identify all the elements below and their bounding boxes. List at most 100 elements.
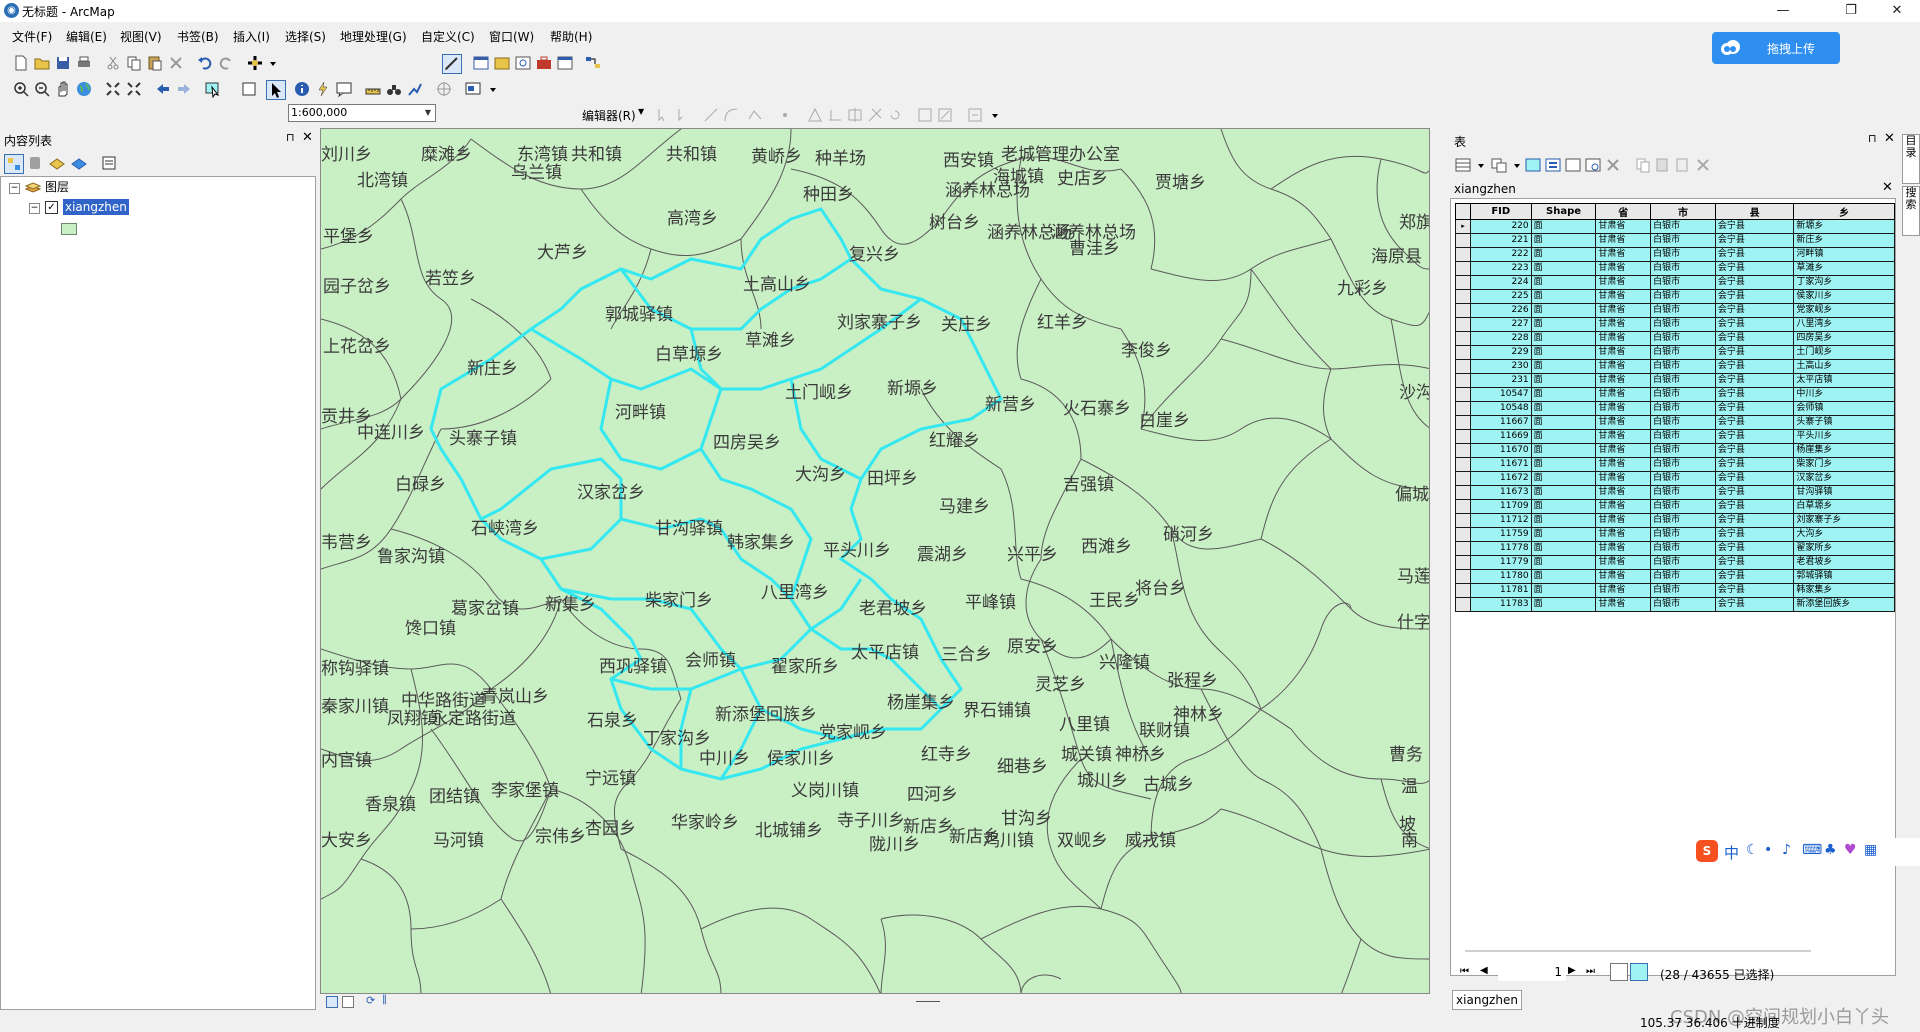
table-cell[interactable]: 八里湾乡 (1793, 317, 1895, 332)
row-selector[interactable] (1455, 317, 1471, 332)
table-cell[interactable]: 太平店镇 (1793, 373, 1895, 388)
map-canvas[interactable]: 刘川乡 糜滩乡 东湾镇 共和镇 共和镇 黄峤乡 种羊场 西安镇 老城管理办公室海城镇 史店乡 贾塘乡… (321, 129, 1430, 994)
table-tab-xiangzhen[interactable]: xiangzhen (1452, 990, 1522, 1010)
table-cell[interactable]: 白银市 (1650, 261, 1716, 276)
row-selector[interactable] (1455, 457, 1471, 472)
table-row[interactable]: 227 面甘肃省 白银市 会宁县 八里湾乡 (1455, 317, 1895, 332)
table-cell[interactable]: 面 (1530, 569, 1597, 584)
go-to-xy-icon[interactable] (435, 80, 453, 98)
table-row[interactable]: 11781 面甘肃省 白银市 会宁县 韩家集乡 (1455, 583, 1895, 598)
table-cell[interactable]: 226 (1469, 303, 1532, 318)
delete-icon[interactable] (167, 54, 185, 72)
table-cell[interactable]: 白银市 (1650, 541, 1716, 556)
select-elements-pointer-icon[interactable] (266, 80, 286, 100)
table-cell[interactable]: 白银市 (1650, 485, 1716, 500)
table-cell[interactable]: 白银市 (1650, 471, 1716, 486)
row-selector[interactable] (1455, 555, 1471, 570)
row-selector[interactable] (1455, 345, 1471, 360)
table-cell[interactable]: 面 (1530, 331, 1597, 346)
list-by-visibility-icon[interactable] (48, 154, 66, 172)
table-cell[interactable]: 甘肃省 (1595, 471, 1652, 486)
table-cell[interactable]: 大沟乡 (1793, 527, 1895, 542)
list-by-source-icon[interactable] (26, 154, 44, 172)
row-selector[interactable] (1455, 275, 1471, 290)
table-cell[interactable]: 面 (1530, 471, 1597, 486)
close-icon[interactable]: ✕ (1874, 0, 1920, 22)
row-selector[interactable] (1455, 247, 1471, 262)
toolbox-grid-icon[interactable]: ▦ (1864, 842, 1877, 858)
map-scale-combobox[interactable]: 1:600,000 ▼ (288, 104, 436, 122)
table-cell[interactable]: 会宁县 (1714, 415, 1795, 430)
menu-insert[interactable]: 插入(I) (233, 28, 270, 45)
root-layer-label[interactable]: 图层 (45, 179, 69, 195)
table-row[interactable]: 11669 面甘肃省 白银市 会宁县 平头川乡 (1455, 429, 1895, 444)
table-cell[interactable]: 会宁县 (1714, 443, 1795, 458)
arctoolbox-icon[interactable] (535, 54, 553, 72)
pin-icon[interactable]: ⊓ (1868, 132, 1877, 145)
first-record-icon[interactable]: ⏮ (1460, 966, 1469, 977)
clear-selection-icon[interactable] (240, 80, 258, 98)
redo-icon[interactable] (217, 54, 235, 72)
hyperlink-lightning-icon[interactable] (314, 80, 332, 98)
table-cell[interactable]: 白银市 (1650, 443, 1716, 458)
table-cell[interactable]: 柴家门乡 (1793, 457, 1895, 472)
table-cell[interactable]: 225 (1469, 289, 1532, 304)
table-cell[interactable]: 郭城驿镇 (1793, 569, 1895, 584)
table-cell[interactable]: 面 (1530, 289, 1597, 304)
table-cell[interactable]: 平头川乡 (1793, 429, 1895, 444)
table-options-icon[interactable] (1454, 156, 1472, 174)
table-row[interactable]: 11783 面甘肃省 白银市 会宁县 新添堡回族乡 (1455, 597, 1895, 612)
row-selector[interactable] (1455, 359, 1471, 374)
table-cell[interactable]: 白银市 (1650, 373, 1716, 388)
table-cell[interactable]: 会宁县 (1714, 345, 1795, 360)
table-cell[interactable]: 220 (1469, 219, 1532, 234)
table-cell[interactable]: 11709 (1469, 499, 1532, 514)
table-cell[interactable]: 河畔镇 (1793, 247, 1895, 262)
table-cell[interactable]: 面 (1530, 261, 1597, 276)
table-cell[interactable]: 面 (1530, 527, 1597, 542)
splitter-handle[interactable] (916, 1001, 940, 1002)
row-selector[interactable]: ▸ (1455, 219, 1471, 234)
table-cell[interactable]: 土高山乡 (1793, 359, 1895, 374)
table-cell[interactable]: 甘肃省 (1595, 247, 1652, 262)
chevron-down-icon[interactable] (986, 106, 998, 124)
table-cell[interactable]: 白银市 (1650, 513, 1716, 528)
close-icon[interactable]: ✕ (1882, 180, 1893, 195)
table-cell[interactable]: 11669 (1469, 429, 1532, 444)
table-cell[interactable]: 甘肃省 (1595, 569, 1652, 584)
table-cell[interactable]: 10548 (1469, 401, 1532, 416)
dot-icon[interactable]: • (1764, 842, 1772, 858)
table-cell[interactable]: 224 (1469, 275, 1532, 290)
row-selector[interactable] (1455, 233, 1471, 248)
table-cell[interactable]: 甘肃省 (1595, 317, 1652, 332)
table-row[interactable]: 11672 面甘肃省 白银市 会宁县 汉家岔乡 (1455, 471, 1895, 486)
skin-icon[interactable]: ♥ (1844, 842, 1857, 858)
show-all-records-icon[interactable] (1610, 963, 1628, 981)
table-cell[interactable]: 面 (1530, 233, 1597, 248)
table-cell[interactable]: 白草塬乡 (1793, 499, 1895, 514)
table-cell[interactable]: 会宁县 (1714, 359, 1795, 374)
table-cell[interactable]: 甘肃省 (1595, 457, 1652, 472)
table-cell[interactable]: 韩家集乡 (1793, 583, 1895, 598)
table-cell[interactable]: 甘肃省 (1595, 485, 1652, 500)
measure-icon[interactable] (364, 80, 382, 98)
table-cell[interactable]: 面 (1530, 247, 1597, 262)
create-features-icon[interactable] (966, 106, 984, 124)
table-cell[interactable]: 白银市 (1650, 569, 1716, 584)
related-tables-icon[interactable] (1490, 156, 1508, 174)
table-cell[interactable]: 会宁县 (1714, 289, 1795, 304)
table-cell[interactable]: 白银市 (1650, 345, 1716, 360)
catalog-window-icon[interactable] (493, 54, 511, 72)
table-row[interactable]: 11670 面甘肃省 白银市 会宁县 杨崖集乡 (1455, 443, 1895, 458)
table-cell[interactable]: 甘肃省 (1595, 261, 1652, 276)
table-cell[interactable]: 会宁县 (1714, 373, 1795, 388)
layer-visibility-checkbox[interactable]: ✓ (45, 201, 58, 214)
table-cell[interactable]: 白银市 (1650, 527, 1716, 542)
select-by-attributes-icon[interactable] (1524, 156, 1542, 174)
add-data-icon[interactable] (246, 54, 264, 72)
table-cell[interactable]: 丁家沟乡 (1793, 275, 1895, 290)
row-selector[interactable] (1455, 303, 1471, 318)
table-cell[interactable]: 会宁县 (1714, 457, 1795, 472)
menu-customize[interactable]: 自定义(C) (421, 28, 475, 45)
table-cell[interactable]: 会宁县 (1714, 247, 1795, 262)
